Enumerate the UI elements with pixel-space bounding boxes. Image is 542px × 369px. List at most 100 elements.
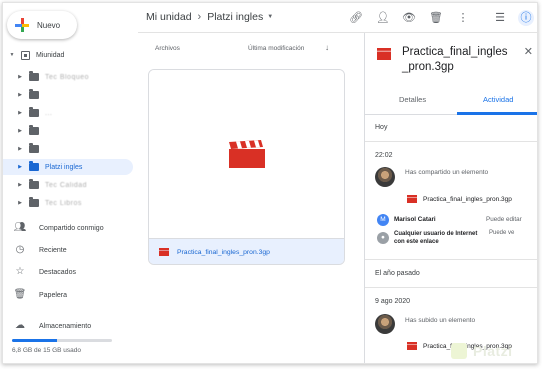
new-button[interactable]: Nuevo [7,11,77,39]
plus-icon [15,18,29,32]
folder-icon [29,71,39,81]
sidebar-folder-platzi-ingles[interactable]: ▶ Platzi ingles [3,159,133,175]
avatar [375,314,395,334]
section-last-year: El año pasado [375,270,420,277]
file-thumbnail [149,70,344,238]
close-icon[interactable]: ✕ [524,45,533,58]
sidebar-item-storage[interactable]: ☁︎ Almacenamiento [3,317,133,335]
file-card[interactable]: Practica_final_ingles_pron.3gp [148,69,345,265]
folder-icon [29,107,39,117]
sidebar-item-recent[interactable]: ◷ Reciente [3,241,133,259]
sidebar-folder[interactable]: ▶ [3,141,133,157]
expand-arrow-icon[interactable]: ▶ [15,128,25,134]
star-icon: ☆ [15,266,25,277]
folder-icon [29,143,39,153]
activity-file-name: Practica_final_ingles_pron.3gp [423,195,512,203]
new-button-label: Nuevo [37,20,61,30]
nav-label: Compartido conmigo [39,224,104,232]
breadcrumb-current[interactable]: Platzi ingles [207,11,263,23]
link-user-icon: ● [377,232,389,244]
drive-window: Nuevo ▼ Miunidad ▶ Tec Bloqueo ▶ ▶ ... ▶ [2,2,538,364]
chevron-down-icon[interactable]: ▼ [267,14,273,20]
expand-arrow-icon[interactable]: ▶ [15,146,25,152]
expand-arrow-icon[interactable]: ▼ [7,52,17,58]
folder-label: Tec Bloqueo [45,73,90,81]
storage-text: 6,8 GB de 15 GB usado [12,347,82,354]
details-panel: Practica_final_ingles _pron.3gp ✕ Detall… [364,33,537,363]
video-file-icon [407,195,417,203]
more-vert-icon[interactable]: ⋮ [455,10,471,26]
expand-arrow-icon[interactable]: ▶ [15,74,25,80]
storage-fill [12,339,57,342]
column-header-sort[interactable]: Última modificación [248,45,304,52]
user-role: Puede ve [489,230,515,236]
section-today: Hoy [375,124,388,131]
cloud-icon: ☁︎ [15,320,25,331]
sidebar-folder[interactable]: ▶ [3,87,133,103]
tab-activity[interactable]: Actividad [483,95,513,104]
sidebar-item-my-drive[interactable]: ▼ Miunidad [3,47,133,63]
header: Mi unidad › Platzi ingles ▼ 🔗︎ 👤︎ 👁︎ 🗑︎ … [138,3,537,33]
folder-label: Tec Calidad [45,181,88,189]
sidebar-item-starred[interactable]: ☆ Destacados [3,263,133,281]
sidebar-folder[interactable]: ▶ Tec Calidad [3,177,133,193]
folder-icon [29,179,39,189]
file-card-footer[interactable]: Practica_final_ingles_pron.3gp [149,238,344,264]
activity-time: 22:02 [375,152,393,159]
folder-icon [29,125,39,135]
breadcrumb: Mi unidad › Platzi ingles ▼ [146,11,273,23]
expand-arrow-icon[interactable]: ▶ [15,92,25,98]
shared-icon: 👥︎ [13,222,27,233]
video-file-icon [377,48,391,60]
chevron-right-icon: › [197,11,202,23]
list-view-icon[interactable]: ☰ [492,10,508,26]
sidebar-item-trash[interactable]: 🗑︎ Papelera [3,286,133,304]
activity-action: Has compartido un elemento [405,169,489,176]
avatar: M [377,214,389,226]
divider [365,287,537,288]
panel-tabs: Detalles Actividad [365,85,537,115]
sidebar-folder[interactable]: ▶ [3,123,133,139]
avatar [375,167,395,187]
platzi-logo-icon [451,343,467,359]
sidebar-folder[interactable]: ▶ Tec Bloqueo [3,69,133,85]
user-role: Puede editar [486,216,522,223]
folder-label: ... [45,109,53,117]
tab-details[interactable]: Detalles [399,95,426,104]
sidebar-folder[interactable]: ▶ Tec Libros [3,195,133,211]
video-file-icon [159,248,169,256]
nav-label: Almacenamiento [39,322,92,330]
watermark: Platzi [473,343,513,359]
file-name: Practica_final_ingles_pron.3gp [177,248,270,256]
folder-icon [29,161,39,171]
breadcrumb-root[interactable]: Mi unidad [146,11,192,23]
sidebar-folder[interactable]: ▶ ... [3,105,133,121]
folder-label: Tec Libros [45,199,82,207]
trash-icon: 🗑︎ [13,289,27,300]
column-header-name: Archivos [155,45,180,52]
sort-arrow-icon[interactable]: ↓ [325,43,329,52]
info-icon[interactable]: ⓘ [518,10,534,26]
trash-icon[interactable]: 🗑︎ [428,10,444,26]
activity-file[interactable]: Practica_final_ingles_pron.3gp [407,194,512,204]
sidebar: Nuevo ▼ Miunidad ▶ Tec Bloqueo ▶ ▶ ... ▶ [3,3,138,363]
activity-action: Has subido un elemento [405,317,476,324]
expand-arrow-icon[interactable]: ▶ [15,164,25,170]
nav-label: Destacados [39,268,76,276]
user-name: Marisol Catari [394,216,436,223]
divider [365,141,537,142]
expand-arrow-icon[interactable]: ▶ [15,110,25,116]
sidebar-item-shared[interactable]: 👥︎ Compartido conmigo [3,219,133,237]
clock-icon: ◷ [15,244,25,255]
video-file-icon [407,342,417,350]
folder-icon [29,197,39,207]
add-person-icon[interactable]: 👤︎ [375,10,391,26]
drive-icon [21,50,30,60]
preview-icon[interactable]: 👁︎ [401,10,417,26]
activity-time: 9 ago 2020 [375,298,411,305]
expand-arrow-icon[interactable]: ▶ [15,182,25,188]
tab-indicator [457,112,537,115]
panel-title: Practica_final_ingles _pron.3gp [402,46,508,73]
link-icon[interactable]: 🔗︎ [348,10,364,26]
expand-arrow-icon[interactable]: ▶ [15,200,25,206]
